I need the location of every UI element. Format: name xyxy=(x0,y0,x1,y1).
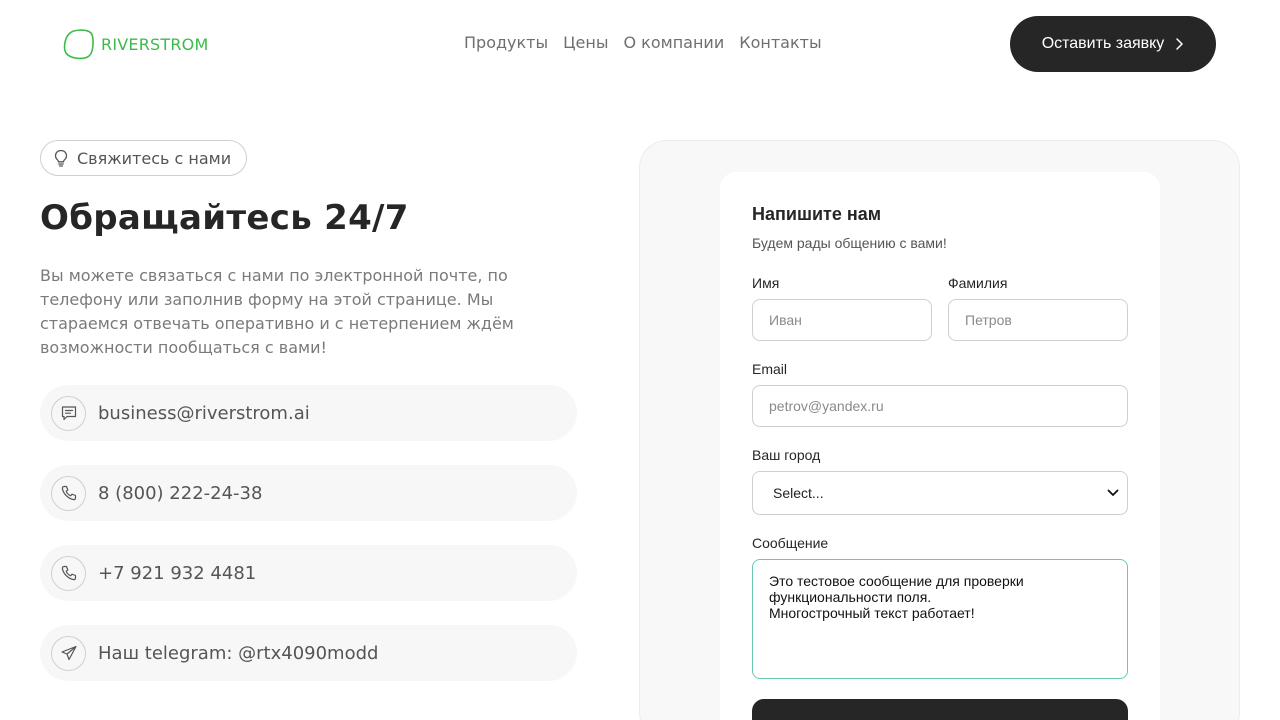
contact-phone-hotline-text: 8 (800) 222-24-38 xyxy=(98,482,263,504)
submit-request-label: Оставить заявку xyxy=(1041,35,1165,52)
logo-mark-icon xyxy=(63,29,94,60)
chevron-right-icon xyxy=(1176,38,1184,50)
message-textarea[interactable]: Это тестовое сообщение для проверки функ… xyxy=(752,559,1128,679)
contact-telegram[interactable]: Наш telegram: @rtx4090modd xyxy=(40,625,577,681)
submit-request-button[interactable]: Оставить заявку xyxy=(1010,16,1216,72)
contact-telegram-text: Наш telegram: @rtx4090modd xyxy=(98,642,379,664)
nav-item-prices[interactable]: Цены xyxy=(563,33,608,52)
city-select-value: Select... xyxy=(773,485,824,501)
city-label: Ваш город xyxy=(752,447,821,463)
first-name-label: Имя xyxy=(752,275,780,291)
page-title: Обращайтесь 24/7 xyxy=(40,198,409,238)
message-icon xyxy=(51,395,86,431)
main-nav: Продукты Цены О компании Контакты xyxy=(464,33,822,52)
logo-text: RIVERSTROM xyxy=(101,34,209,54)
logo[interactable]: RIVERSTROM xyxy=(63,28,208,60)
chevron-down-icon xyxy=(1107,489,1119,496)
form-subtitle: Будем рады общению с вами! xyxy=(752,235,947,251)
contact-phone-mobile[interactable]: +7 921 932 4481 xyxy=(40,545,577,601)
nav-item-contacts[interactable]: Контакты xyxy=(739,33,821,52)
form-submit-button[interactable]: Отправить xyxy=(752,699,1128,720)
email-label: Email xyxy=(752,361,788,377)
telegram-icon xyxy=(51,635,86,671)
contact-us-tag: Свяжитесь с нами xyxy=(40,140,248,176)
contact-email-text: business@riverstrom.ai xyxy=(98,402,310,424)
message-label: Сообщение xyxy=(752,535,829,551)
form-title: Напишите нам xyxy=(752,204,882,224)
city-select[interactable]: Select... xyxy=(752,471,1128,515)
contact-phone-mobile-text: +7 921 932 4481 xyxy=(98,562,257,584)
phone-icon xyxy=(51,555,86,591)
nav-item-products[interactable]: Продукты xyxy=(464,33,548,52)
last-name-label: Фамилия xyxy=(948,275,1008,291)
contact-phone-hotline[interactable]: 8 (800) 222-24-38 xyxy=(40,465,577,521)
lightbulb-icon xyxy=(54,149,68,167)
contact-us-tag-label: Свяжитесь с нами xyxy=(77,148,232,168)
nav-item-about[interactable]: О компании xyxy=(623,33,724,52)
phone-icon xyxy=(51,475,86,511)
first-name-input[interactable] xyxy=(752,299,932,341)
last-name-input[interactable] xyxy=(948,299,1128,341)
email-input[interactable] xyxy=(752,385,1128,427)
page-description: Вы можете связаться с нами по электронно… xyxy=(40,266,514,357)
contact-email[interactable]: business@riverstrom.ai xyxy=(40,385,577,441)
